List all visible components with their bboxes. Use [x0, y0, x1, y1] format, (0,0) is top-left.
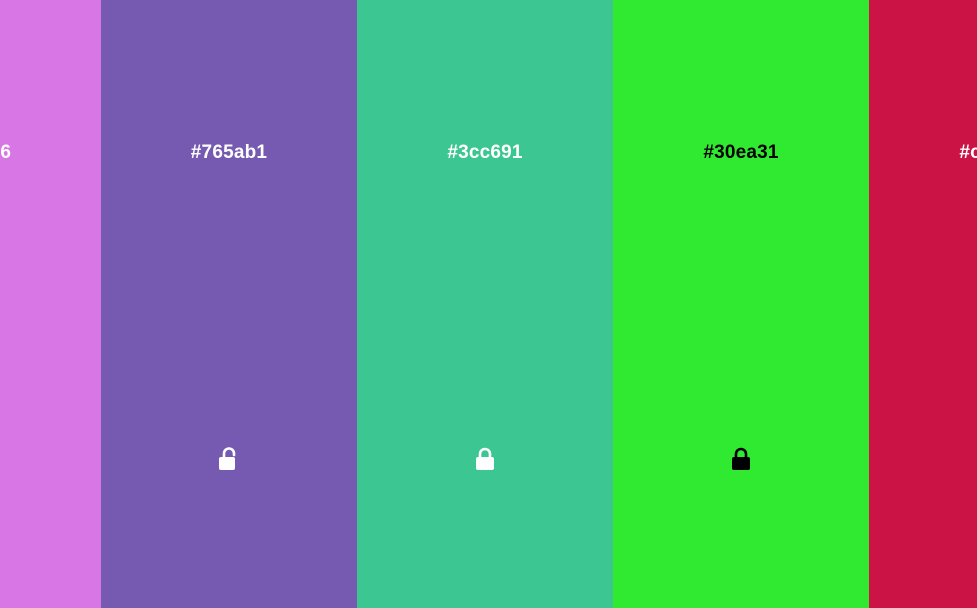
color-swatch-5[interactable]: #cc1346: [869, 0, 977, 608]
color-palette: #d976e6 #765ab1 #3cc691 #30ea31: [0, 0, 977, 608]
locked-lock-icon[interactable]: [730, 447, 752, 471]
hex-code-label[interactable]: #cc1346: [869, 140, 977, 166]
color-swatch-2[interactable]: #765ab1: [101, 0, 357, 608]
hex-code-label[interactable]: #3cc691: [357, 140, 613, 166]
hex-code-label[interactable]: #30ea31: [613, 140, 869, 166]
locked-lock-icon[interactable]: [474, 447, 496, 471]
color-swatch-1[interactable]: #d976e6: [0, 0, 101, 608]
color-swatch-3[interactable]: #3cc691: [357, 0, 613, 608]
hex-code-label[interactable]: #765ab1: [101, 140, 357, 166]
hex-code-label[interactable]: #d976e6: [0, 140, 101, 166]
color-swatch-4[interactable]: #30ea31: [613, 0, 869, 608]
unlocked-lock-icon[interactable]: [218, 447, 240, 471]
